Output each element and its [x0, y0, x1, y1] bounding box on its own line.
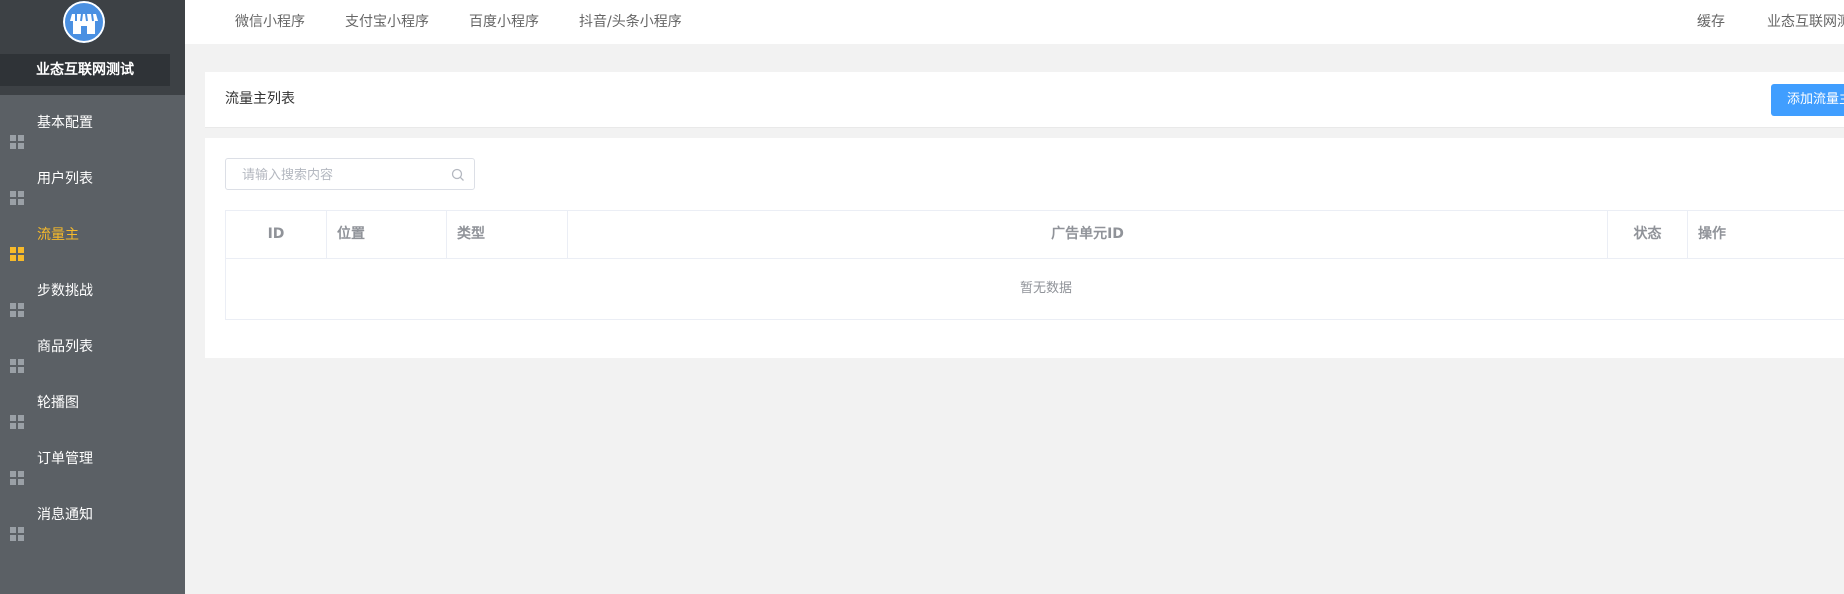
- grid-icon: [10, 173, 24, 205]
- search-box: [225, 158, 475, 191]
- search-icon[interactable]: [451, 167, 465, 181]
- column-header-actions: 操作: [1698, 226, 1726, 242]
- sidebar-item-label: 消息通知: [37, 507, 93, 523]
- user-menu[interactable]: 业态互联网测试: [1767, 0, 1844, 44]
- tab-baidu-miniprogram[interactable]: 百度小程序: [469, 0, 539, 44]
- grid-icon: [10, 341, 24, 373]
- traffic-owner-table: ID 位置 类型 广告单元ID 状态 操作 暂无数据: [225, 210, 1844, 320]
- cache-link[interactable]: 缓存: [1697, 0, 1725, 44]
- tab-alipay-miniprogram[interactable]: 支付宝小程序: [345, 0, 429, 44]
- column-header-ad-unit-id: 广告单元ID: [568, 211, 1608, 258]
- empty-state: 暂无数据: [1019, 281, 1072, 296]
- column-header-id: ID: [226, 211, 327, 258]
- tab-wechat-miniprogram[interactable]: 微信小程序: [235, 0, 305, 44]
- sidebar-item[interactable]: 消息通知: [0, 487, 185, 543]
- sidebar-item[interactable]: 步数挑战: [0, 263, 185, 319]
- grid-icon: [10, 117, 24, 149]
- sidebar-item[interactable]: 用户列表: [0, 151, 185, 207]
- sidebar-item-label: 流量主: [37, 227, 79, 243]
- brand-area: 业态互联网测试: [0, 0, 185, 95]
- store-logo-icon: [63, 1, 105, 43]
- panel-header: 流量主列表 添加流量主: [205, 72, 1844, 128]
- grid-icon: [10, 509, 24, 541]
- sidebar-item-label: 用户列表: [37, 171, 93, 187]
- add-traffic-owner-button[interactable]: 添加流量主: [1771, 84, 1844, 116]
- sidebar-item-label: 基本配置: [37, 115, 93, 131]
- sidebar-item[interactable]: 订单管理: [0, 431, 185, 487]
- sidebar-item[interactable]: 商品列表: [0, 319, 185, 375]
- sidebar-item[interactable]: 轮播图: [0, 375, 185, 431]
- panel-body: ID 位置 类型 广告单元ID 状态 操作 暂无数据: [205, 138, 1844, 358]
- sidebar: 业态互联网测试 基本配置用户列表流量主步数挑战商品列表轮播图订单管理消息通知: [0, 0, 185, 594]
- column-header-status: 状态: [1608, 211, 1688, 258]
- top-bar: 微信小程序 支付宝小程序 百度小程序 抖音/头条小程序 缓存 业态互联网测试: [185, 0, 1844, 44]
- sidebar-item-label: 轮播图: [37, 395, 79, 411]
- sidebar-item[interactable]: 流量主: [0, 207, 185, 263]
- sidebar-item[interactable]: 基本配置: [0, 95, 185, 151]
- grid-icon: [10, 285, 24, 317]
- sidebar-item-label: 商品列表: [37, 339, 93, 355]
- grid-icon: [10, 397, 24, 429]
- tab-douyin-miniprogram[interactable]: 抖音/头条小程序: [579, 0, 682, 44]
- column-header-position: 位置: [327, 211, 447, 258]
- brand-name: 业态互联网测试: [0, 54, 170, 86]
- sidebar-menu: 基本配置用户列表流量主步数挑战商品列表轮播图订单管理消息通知: [0, 95, 185, 543]
- search-input[interactable]: [240, 159, 444, 191]
- column-header-type: 类型: [447, 211, 568, 258]
- table-header: ID 位置 类型 广告单元ID 状态 操作: [226, 211, 1844, 259]
- sidebar-item-label: 订单管理: [37, 451, 93, 467]
- grid-icon: [10, 453, 24, 485]
- grid-icon: [10, 229, 24, 261]
- page-title: 流量主列表: [225, 91, 295, 107]
- sidebar-item-label: 步数挑战: [37, 283, 93, 299]
